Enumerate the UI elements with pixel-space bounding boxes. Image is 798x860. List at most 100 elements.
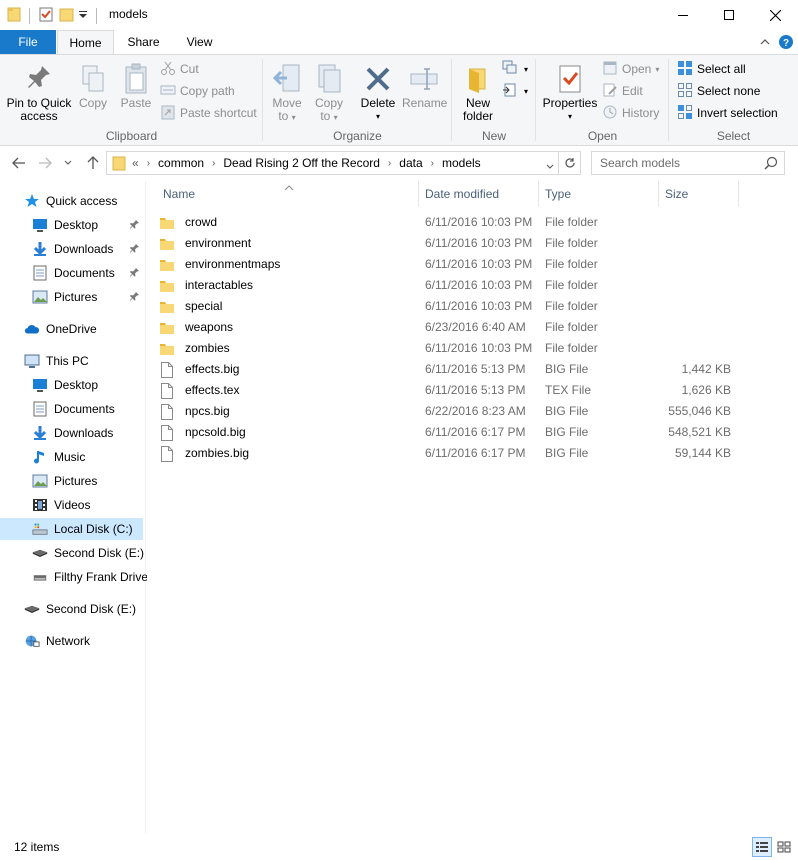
new-item-button[interactable]: ▾: [502, 59, 528, 79]
easy-access-button[interactable]: ▾: [502, 81, 528, 101]
breadcrumb-dead-rising[interactable]: Dead Rising 2 Off the Record: [223, 156, 380, 170]
sidebar-item-downloads[interactable]: Downloads: [0, 238, 143, 260]
address-bar[interactable]: « › common › Dead Rising 2 Off the Recor…: [106, 151, 581, 175]
forward-button[interactable]: [36, 155, 54, 171]
new-folder-qat-icon[interactable]: [58, 6, 74, 25]
table-row[interactable]: interactables 6/11/2016 10:03 PM File fold…: [147, 275, 798, 296]
paste-shortcut-button[interactable]: Paste shortcut: [160, 103, 257, 123]
breadcrumb-data[interactable]: data: [399, 156, 422, 170]
size-cell: 1,626 KB: [681, 383, 731, 397]
sidebar-item-videos[interactable]: Videos: [0, 494, 143, 516]
rename-button[interactable]: Rename: [402, 61, 447, 110]
column-header-date[interactable]: Date modified: [417, 181, 537, 207]
back-button[interactable]: [10, 155, 28, 171]
tab-home[interactable]: Home: [57, 30, 114, 55]
table-row[interactable]: npcsold.big 6/11/2016 6:17 PM BIG File 548,…: [147, 422, 798, 443]
sidebar-item-downloads[interactable]: Downloads: [0, 422, 143, 444]
table-row[interactable]: effects.big 6/11/2016 5:13 PM BIG File 1,44…: [147, 359, 798, 380]
chevron-right-icon[interactable]: ›: [388, 158, 391, 169]
download-icon: [32, 425, 48, 441]
select-none-button[interactable]: Select none: [677, 81, 760, 101]
refresh-button[interactable]: [558, 152, 580, 174]
column-header-size[interactable]: Size: [657, 181, 737, 207]
table-row[interactable]: environmentmaps 6/11/2016 10:03 PM File fo…: [147, 254, 798, 275]
chevron-down-icon[interactable]: [546, 159, 554, 173]
sidebar-item-pictures[interactable]: Pictures: [0, 470, 143, 492]
large-icons-view-button[interactable]: [774, 837, 794, 857]
chevron-right-icon[interactable]: ›: [212, 158, 215, 169]
sidebar-item-music[interactable]: Music: [0, 446, 143, 468]
new-folder-button[interactable]: New folder: [456, 61, 500, 123]
documents-icon: [32, 401, 48, 417]
table-row[interactable]: zombies 6/11/2016 10:03 PM File folder: [147, 338, 798, 359]
select-all-button[interactable]: Select all: [677, 59, 746, 79]
table-row[interactable]: effects.tex 6/11/2016 5:13 PM TEX File 1,62…: [147, 380, 798, 401]
sidebar-item-quick-access[interactable]: Quick access: [0, 190, 143, 212]
customize-qat-icon[interactable]: [78, 9, 88, 23]
sidebar-item-network[interactable]: Network: [0, 630, 143, 652]
table-row[interactable]: weapons 6/23/2016 6:40 AM File folder: [147, 317, 798, 338]
table-row[interactable]: environment 6/11/2016 10:03 PM File folder: [147, 233, 798, 254]
pin-to-quick-access-button[interactable]: Pin to Quick access: [4, 61, 74, 123]
collapse-ribbon-icon[interactable]: [757, 34, 773, 50]
navigation-pane: Quick access Desktop Downloads Documents Pic…: [0, 181, 148, 833]
minimize-button[interactable]: [660, 0, 706, 30]
cut-button[interactable]: Cut: [160, 59, 199, 79]
help-icon[interactable]: ?: [778, 34, 794, 50]
new-group-label: New: [481, 129, 506, 143]
pin-icon: [4, 61, 74, 97]
properties-button[interactable]: Properties ▾: [541, 61, 599, 123]
delete-button[interactable]: Delete ▾: [358, 61, 398, 123]
sidebar-item-this-pc[interactable]: This PC: [0, 350, 143, 372]
sidebar-item-pictures[interactable]: Pictures: [0, 286, 143, 308]
table-row[interactable]: special 6/11/2016 10:03 PM File folder: [147, 296, 798, 317]
search-input[interactable]: Search models: [591, 151, 785, 175]
chevron-right-icon[interactable]: ›: [147, 158, 150, 169]
recent-locations-button[interactable]: [62, 155, 74, 171]
sidebar-item-local-disk-c[interactable]: Local Disk (C:): [0, 518, 143, 540]
size-cell: [659, 317, 731, 338]
copy-button[interactable]: Copy: [76, 61, 110, 110]
sidebar-item-filthy-frank-drive[interactable]: Filthy Frank Drive: [0, 566, 148, 588]
table-row[interactable]: npcs.big 6/22/2016 8:23 AM BIG File 555,046…: [147, 401, 798, 422]
edit-button[interactable]: Edit: [602, 81, 643, 101]
open-button[interactable]: Open ▾: [602, 59, 659, 79]
breadcrumb-models[interactable]: models: [442, 156, 481, 170]
breadcrumb-common[interactable]: common: [158, 156, 204, 170]
search-icon[interactable]: [764, 156, 778, 173]
date-modified-cell: 6/11/2016 10:03 PM: [425, 341, 533, 355]
svg-text:?: ?: [783, 38, 789, 49]
sidebar-item-onedrive[interactable]: OneDrive: [0, 318, 143, 340]
size-cell: 555,046 KB: [668, 404, 731, 418]
details-view-icon: [756, 842, 768, 852]
properties-qat-icon[interactable]: [38, 6, 54, 25]
maximize-button[interactable]: [706, 0, 752, 30]
paste-button[interactable]: Paste: [118, 61, 154, 110]
tab-file[interactable]: File: [0, 30, 56, 54]
table-row[interactable]: zombies.big 6/11/2016 6:17 PM BIG File 59,1…: [147, 443, 798, 464]
invert-selection-button[interactable]: Invert selection: [677, 103, 778, 123]
sidebar-item-second-disk-e[interactable]: Second Disk (E:): [0, 542, 144, 564]
chevron-right-icon[interactable]: ›: [431, 158, 434, 169]
table-row[interactable]: crowd 6/11/2016 10:03 PM File folder: [147, 212, 798, 233]
column-divider[interactable]: [738, 181, 739, 207]
sidebar-item-desktop[interactable]: Desktop: [0, 374, 143, 396]
tab-share[interactable]: Share: [116, 30, 171, 54]
copy-to-button[interactable]: Copy to ▾: [310, 61, 348, 124]
up-button[interactable]: [84, 155, 102, 171]
move-to-icon: [268, 61, 306, 97]
history-button[interactable]: History: [602, 103, 659, 123]
select-group: Select all Select none Invert selection …: [669, 55, 798, 145]
close-button[interactable]: [752, 0, 798, 30]
sidebar-item-documents[interactable]: Documents: [0, 262, 143, 284]
details-view-button[interactable]: [752, 837, 772, 857]
copy-path-button[interactable]: Copy path: [160, 81, 235, 101]
sidebar-item-second-disk-e[interactable]: Second Disk (E:): [0, 598, 143, 620]
move-to-button[interactable]: Move to ▾: [268, 61, 306, 124]
tab-view[interactable]: View: [172, 30, 227, 54]
column-header-type[interactable]: Type: [537, 181, 657, 207]
sidebar-item-desktop[interactable]: Desktop: [0, 214, 143, 236]
open-group-label: Open: [587, 129, 618, 143]
sidebar-item-documents[interactable]: Documents: [0, 398, 143, 420]
breadcrumb-overflow[interactable]: «: [132, 156, 139, 170]
